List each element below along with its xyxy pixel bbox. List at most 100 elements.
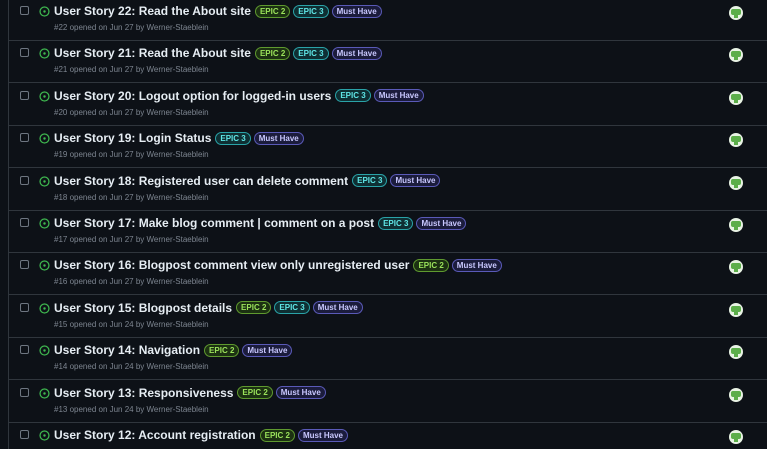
- issue-list: User Story 22: Read the About site EPIC 2…: [8, 0, 767, 449]
- label-must-have[interactable]: Must Have: [253, 131, 304, 145]
- label-epic2[interactable]: EPIC 2: [237, 386, 273, 400]
- label-must-have[interactable]: Must Have: [275, 386, 326, 400]
- issue-opened-icon: [39, 48, 50, 59]
- assignee-avatar[interactable]: [729, 260, 743, 275]
- label-must-have[interactable]: Must Have: [331, 46, 382, 60]
- issue-title-line: User Story 12: Account registration EPIC …: [54, 428, 348, 442]
- label-epic2[interactable]: EPIC 2: [236, 301, 272, 315]
- select-issue-checkbox[interactable]: [20, 430, 29, 439]
- label-epic2[interactable]: EPIC 2: [254, 46, 291, 60]
- issue-opened-icon: [39, 133, 50, 144]
- assignee-avatar[interactable]: [729, 218, 743, 232]
- issue-title-link[interactable]: User Story 15: Blogpost details: [54, 301, 232, 315]
- issue-title-line: User Story 13: Responsiveness EPIC 2 Must …: [54, 386, 326, 400]
- select-issue-checkbox[interactable]: [20, 48, 29, 58]
- label-must-have[interactable]: Must Have: [331, 4, 382, 18]
- assignee-avatar[interactable]: [729, 6, 743, 20]
- issue-title-line: User Story 16: Blogpost comment view onl…: [54, 258, 502, 272]
- assignee-avatar[interactable]: [729, 133, 743, 148]
- issue-meta: #22 opened on Jun 27 by Werner-Staeblein: [54, 23, 209, 32]
- assignee-avatar[interactable]: [729, 175, 743, 190]
- issue-opened-icon: [39, 176, 50, 187]
- issue-row[interactable]: User Story 18: Registered user can delet…: [9, 169, 767, 211]
- label-epic2[interactable]: EPIC 2: [254, 4, 291, 18]
- issue-title-line: User Story 15: Blogpost details EPIC 2 EPI…: [54, 301, 363, 315]
- select-issue-checkbox[interactable]: [20, 6, 29, 15]
- issue-meta: #21 opened on Jun 27 by Werner-Staeblein: [54, 65, 209, 75]
- label-must-have[interactable]: Must Have: [297, 428, 348, 442]
- issue-title-link[interactable]: User Story 17: Make blog comment | comme…: [54, 216, 374, 230]
- issue-row[interactable]: User Story 12: Account registration EPIC …: [9, 423, 767, 449]
- issue-title-line: User Story 20: Logout option for logged-…: [54, 89, 424, 103]
- select-issue-checkbox[interactable]: [20, 302, 29, 312]
- issue-opened-icon: [39, 303, 50, 314]
- issue-title-line: User Story 18: Registered user can delet…: [54, 174, 441, 188]
- issue-row[interactable]: User Story 14: Navigation EPIC 2 Must Have…: [9, 338, 767, 381]
- label-must-have[interactable]: Must Have: [451, 258, 502, 272]
- issue-title-link[interactable]: User Story 21: Read the About site: [54, 46, 251, 60]
- select-issue-checkbox[interactable]: [20, 218, 29, 227]
- label-epic3[interactable]: EPIC 3: [293, 46, 329, 60]
- label-epic3[interactable]: EPIC 3: [215, 131, 251, 145]
- label-epic2[interactable]: EPIC 2: [413, 258, 449, 272]
- issue-title-link[interactable]: User Story 19: Login Status: [54, 131, 211, 145]
- assignee-avatar[interactable]: [729, 387, 743, 402]
- issue-opened-icon: [39, 388, 50, 399]
- issue-opened-icon: [39, 6, 50, 17]
- select-issue-checkbox[interactable]: [20, 175, 29, 185]
- issue-row[interactable]: User Story 19: Login Status EPIC 3 Must Ha…: [9, 126, 767, 169]
- issue-title-line: User Story 17: Make blog comment | comme…: [54, 216, 467, 230]
- label-must-have[interactable]: Must Have: [312, 301, 363, 315]
- issue-row[interactable]: User Story 21: Read the About site EPIC 2…: [9, 41, 767, 84]
- issue-row[interactable]: User Story 16: Blogpost comment view onl…: [9, 253, 767, 296]
- issue-meta: #17 opened on Jun 27 by Werner-Staeblein: [54, 235, 209, 244]
- assignee-avatar[interactable]: [729, 302, 743, 317]
- label-epic3[interactable]: EPIC 3: [335, 89, 371, 103]
- issue-meta: #15 opened on Jun 24 by Werner-Staeblein: [54, 319, 209, 329]
- select-issue-checkbox[interactable]: [20, 133, 29, 143]
- select-issue-checkbox[interactable]: [20, 387, 29, 397]
- assignee-avatar[interactable]: [729, 48, 743, 63]
- label-epic3[interactable]: EPIC 3: [378, 216, 414, 230]
- label-epic3[interactable]: EPIC 3: [293, 4, 329, 18]
- assignee-avatar[interactable]: [729, 90, 743, 105]
- label-epic2[interactable]: EPIC 2: [259, 428, 295, 442]
- select-issue-checkbox[interactable]: [20, 90, 29, 100]
- issue-meta: #16 opened on Jun 27 by Werner-Staeblein: [54, 277, 209, 287]
- select-issue-checkbox[interactable]: [20, 345, 29, 355]
- issue-opened-icon: [39, 218, 50, 229]
- label-must-have[interactable]: Must Have: [242, 343, 293, 357]
- issue-meta: #19 opened on Jun 27 by Werner-Staeblein: [54, 150, 209, 160]
- label-epic3[interactable]: EPIC 3: [352, 174, 388, 188]
- issue-title-line: User Story 22: Read the About site EPIC 2…: [54, 4, 382, 18]
- issue-row[interactable]: User Story 20: Logout option for logged-…: [9, 84, 767, 126]
- label-epic3[interactable]: EPIC 3: [274, 301, 310, 315]
- issue-title-link[interactable]: User Story 22: Read the About site: [54, 4, 251, 18]
- issue-opened-icon: [39, 260, 50, 271]
- issue-row[interactable]: User Story 13: Responsiveness EPIC 2 Must …: [9, 381, 767, 423]
- assignee-avatar[interactable]: [729, 430, 743, 444]
- assignee-avatar[interactable]: [729, 345, 743, 360]
- issue-meta: #13 opened on Jun 24 by Werner-Staeblein: [54, 404, 209, 414]
- issue-title-line: User Story 19: Login Status EPIC 3 Must Ha…: [54, 131, 304, 145]
- issue-title-link[interactable]: User Story 20: Logout option for logged-…: [54, 89, 331, 103]
- issue-opened-icon: [39, 91, 50, 102]
- issue-title-link[interactable]: User Story 12: Account registration: [54, 428, 256, 442]
- issue-row[interactable]: User Story 17: Make blog comment | comme…: [9, 211, 767, 253]
- issue-row[interactable]: User Story 15: Blogpost details EPIC 2 EPI…: [9, 296, 767, 338]
- issue-title-link[interactable]: User Story 18: Registered user can delet…: [54, 174, 348, 188]
- issue-title-line: User Story 14: Navigation EPIC 2 Must Have: [54, 343, 293, 357]
- label-must-have[interactable]: Must Have: [390, 174, 441, 188]
- issue-meta: #20 opened on Jun 27 by Werner-Staeblein: [54, 107, 209, 117]
- label-must-have[interactable]: Must Have: [373, 89, 424, 103]
- label-must-have[interactable]: Must Have: [416, 216, 467, 230]
- label-epic2[interactable]: EPIC 2: [204, 343, 240, 357]
- issue-row[interactable]: User Story 22: Read the About site EPIC 2…: [9, 0, 767, 41]
- issue-title-link[interactable]: User Story 14: Navigation: [54, 343, 200, 357]
- issue-opened-icon: [39, 430, 50, 441]
- issue-title-link[interactable]: User Story 13: Responsiveness: [54, 386, 233, 400]
- issue-title-line: User Story 21: Read the About site EPIC 2…: [54, 46, 382, 60]
- select-issue-checkbox[interactable]: [20, 260, 29, 270]
- issue-meta: #14 opened on Jun 24 by Werner-Staeblein: [54, 362, 209, 372]
- issue-title-link[interactable]: User Story 16: Blogpost comment view onl…: [54, 258, 409, 272]
